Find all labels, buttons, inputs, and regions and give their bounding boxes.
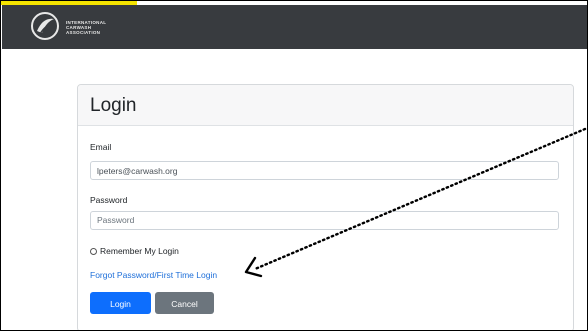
password-label: Password (90, 195, 128, 205)
remember-radio-icon[interactable] (90, 248, 97, 256)
login-button[interactable]: Login (90, 292, 151, 314)
logo-line: ASSOCIATION (66, 30, 101, 35)
password-field[interactable] (90, 211, 559, 230)
app-frame: INTERNATIONAL CARWASH ASSOCIATION Login … (0, 0, 588, 331)
top-navbar: INTERNATIONAL CARWASH ASSOCIATION (2, 5, 587, 49)
login-card: Login Email lpeters@carwash.org Password… (77, 84, 574, 330)
carwash-logo-icon[interactable] (30, 11, 60, 41)
cancel-button[interactable]: Cancel (155, 292, 214, 314)
remember-login[interactable]: Remember My Login (90, 246, 179, 256)
login-card-header: Login (78, 85, 573, 126)
login-title: Login (90, 95, 137, 116)
logo-wordmark: INTERNATIONAL CARWASH ASSOCIATION (66, 20, 106, 35)
email-label: Email (90, 142, 112, 152)
remember-label: Remember My Login (100, 246, 179, 256)
email-field[interactable]: lpeters@carwash.org (90, 161, 559, 180)
forgot-password-link[interactable]: Forgot Password/First Time Login (90, 270, 217, 280)
